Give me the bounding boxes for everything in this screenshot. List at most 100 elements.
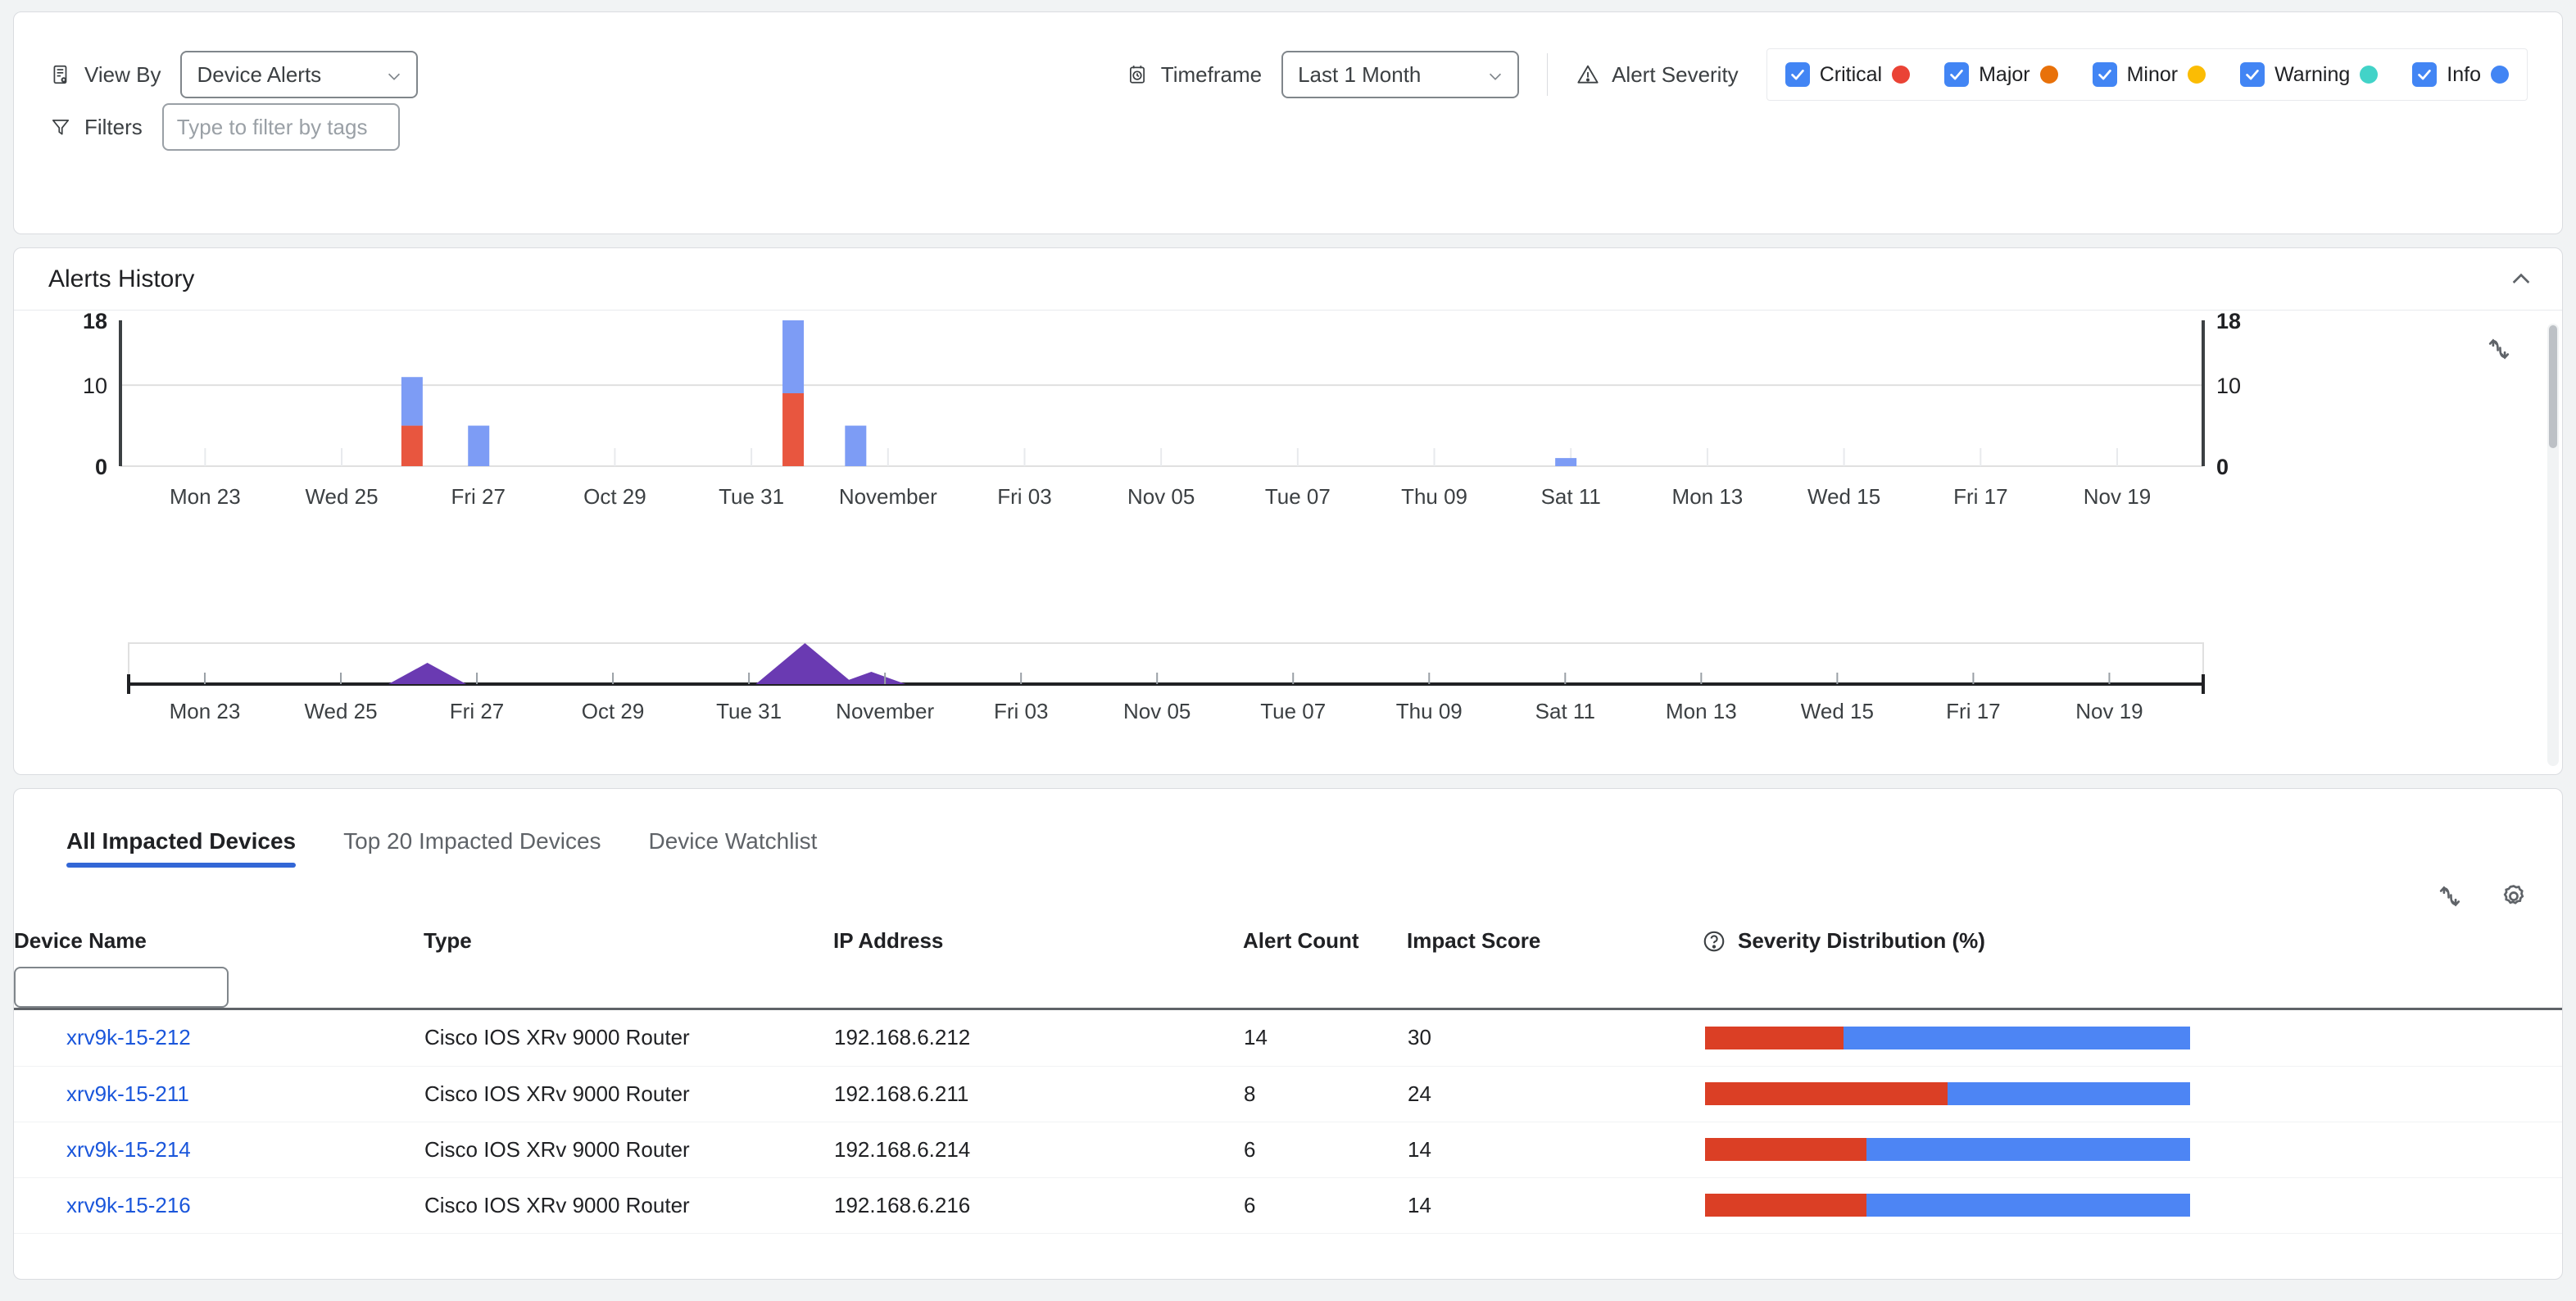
svg-text:18: 18	[83, 311, 107, 333]
view-by-select[interactable]: Device Alerts	[180, 51, 419, 98]
dashboard-page: View By Device Alerts Timeframe Last 1 M…	[0, 11, 2576, 1301]
col-severity-distribution[interactable]: Severity Distribution (%)	[1702, 915, 2562, 1008]
cell-type: Cisco IOS XRv 9000 Router	[424, 1177, 833, 1234]
checkbox-icon[interactable]	[2240, 62, 2265, 87]
severity-segment-critical	[1705, 1194, 1867, 1217]
cell-severity-distribution[interactable]	[1702, 1177, 2562, 1234]
severity-distribution-bar	[1705, 1138, 2190, 1161]
cell-alert-count: 14	[1243, 1010, 1407, 1067]
history-scrollbar[interactable]	[2547, 324, 2559, 766]
svg-text:Mon 13: Mon 13	[1672, 484, 1744, 509]
table-header-row: Device Name Type IP Address Alert Count	[14, 915, 2562, 1008]
tab-all-impacted-devices[interactable]: All Impacted Devices	[66, 828, 297, 868]
cell-type: Cisco IOS XRv 9000 Router	[424, 1010, 833, 1067]
timeframe-value: Last 1 Month	[1298, 61, 1422, 87]
checkbox-icon[interactable]	[1944, 62, 1970, 87]
svg-text:November: November	[839, 484, 937, 509]
chevron-up-icon[interactable]	[2508, 266, 2534, 292]
device-name-link[interactable]: xrv9k-15-212	[66, 1025, 191, 1049]
timeframe-select[interactable]: Last 1 Month	[1281, 51, 1520, 98]
cell-ip-address: 192.168.6.212	[833, 1010, 1243, 1067]
col-alert-count-label: Alert Count	[1243, 928, 1359, 953]
alerts-history-card: Alerts History 0 0 10 10 18 18 Mon 23 Wed 25 Fri	[13, 247, 2563, 775]
checkbox-icon[interactable]	[1785, 62, 1810, 87]
device-name-filter-input[interactable]	[14, 967, 229, 1008]
col-impact-score-label: Impact Score	[1407, 928, 1541, 953]
cell-impact-score: 24	[1407, 1066, 1702, 1122]
cell-device-name: xrv9k-15-212	[14, 1010, 424, 1067]
svg-text:Mon 13: Mon 13	[1666, 699, 1737, 723]
svg-text:Tue 31: Tue 31	[719, 484, 784, 509]
svg-text:Wed 15: Wed 15	[1807, 484, 1880, 509]
table-row[interactable]: xrv9k-15-212 Cisco IOS XRv 9000 Router 192…	[14, 1010, 2562, 1067]
svg-text:Wed 25: Wed 25	[304, 699, 377, 723]
svg-text:November: November	[836, 699, 934, 723]
cell-alert-count: 8	[1243, 1066, 1407, 1122]
table-body: xrv9k-15-212 Cisco IOS XRv 9000 Router 192…	[14, 1010, 2562, 1234]
alert-severity-control: Alert Severity	[1576, 62, 1739, 88]
alerts-navigator-svg[interactable]: Mon 23 Wed 25 Fri 27 Oct 29 Tue 31 November Fr…	[14, 638, 2554, 737]
cell-device-name: xrv9k-15-211	[14, 1066, 424, 1122]
warning-triangle-icon	[1576, 62, 1600, 87]
col-type[interactable]: Type	[424, 915, 833, 1008]
col-device-name[interactable]: Device Name	[14, 915, 424, 1008]
help-circle-icon[interactable]	[1702, 929, 1726, 954]
severity-option-info[interactable]: Info	[2412, 62, 2509, 87]
cell-type: Cisco IOS XRv 9000 Router	[424, 1122, 833, 1178]
svg-text:0: 0	[2216, 455, 2229, 479]
cell-severity-distribution[interactable]	[1702, 1122, 2562, 1178]
svg-text:Sat 11: Sat 11	[1541, 484, 1601, 509]
alerts-bar-chart-svg: 0 0 10 10 18 18 Mon 23 Wed 25 Fri 27 Oct 29 Tue 31…	[83, 309, 2241, 509]
severity-option-label: Info	[2447, 62, 2481, 86]
severity-distribution-bar	[1705, 1194, 2190, 1217]
checkbox-icon[interactable]	[2092, 62, 2117, 87]
tab-device-watchlist[interactable]: Device Watchlist	[649, 828, 818, 868]
refresh-icon[interactable]	[2485, 335, 2513, 363]
refresh-icon[interactable]	[2436, 882, 2464, 910]
col-type-label: Type	[424, 928, 472, 953]
filter-toolbar-card: View By Device Alerts Timeframe Last 1 M…	[13, 11, 2563, 234]
svg-text:Fri 17: Fri 17	[1953, 484, 2007, 509]
device-list-icon	[48, 62, 73, 87]
severity-option-major[interactable]: Major	[1944, 62, 2058, 87]
device-name-link[interactable]: xrv9k-15-211	[66, 1081, 189, 1106]
alerts-history-chart: 0 0 10 10 18 18 Mon 23 Wed 25 Fri 27 Oct 29 Tue 31…	[14, 309, 2562, 774]
devices-tablist: All Impacted Devices Top 20 Impacted Devi…	[14, 789, 2562, 868]
svg-text:Nov 19: Nov 19	[2084, 484, 2151, 509]
svg-text:Oct 29: Oct 29	[582, 699, 645, 723]
severity-filter-group: Critical Major Minor Warning Info	[1766, 48, 2528, 101]
severity-segment-info	[1843, 1026, 2190, 1049]
col-ip-address[interactable]: IP Address	[833, 915, 1243, 1008]
device-name-link[interactable]: xrv9k-15-214	[66, 1137, 191, 1162]
gear-icon[interactable]	[2500, 882, 2528, 910]
severity-option-warning[interactable]: Warning	[2240, 62, 2379, 87]
device-name-link[interactable]: xrv9k-15-216	[66, 1193, 191, 1217]
view-by-control: View By Device Alerts	[48, 51, 419, 98]
table-row[interactable]: xrv9k-15-214 Cisco IOS XRv 9000 Router 192…	[14, 1122, 2562, 1178]
tag-filter-input[interactable]	[161, 103, 400, 151]
col-impact-score[interactable]: Impact Score	[1407, 915, 1702, 1008]
tab-top-20-impacted-devices[interactable]: Top 20 Impacted Devices	[343, 828, 601, 868]
severity-color-dot	[2491, 66, 2509, 84]
col-alert-count[interactable]: Alert Count	[1243, 915, 1407, 1008]
severity-segment-info	[1866, 1138, 2190, 1161]
svg-text:Oct 29: Oct 29	[583, 484, 646, 509]
svg-text:Fri 27: Fri 27	[450, 699, 504, 723]
cell-severity-distribution[interactable]	[1702, 1010, 2562, 1067]
severity-option-minor[interactable]: Minor	[2092, 62, 2206, 87]
svg-text:Wed 15: Wed 15	[1801, 699, 1874, 723]
view-by-label: View By	[84, 61, 161, 87]
severity-segment-critical	[1705, 1138, 1867, 1161]
checkbox-icon[interactable]	[2412, 62, 2438, 87]
severity-option-critical[interactable]: Critical	[1785, 62, 1911, 87]
table-row[interactable]: xrv9k-15-211 Cisco IOS XRv 9000 Router 192…	[14, 1066, 2562, 1122]
cell-impact-score: 14	[1407, 1122, 1702, 1178]
cell-ip-address: 192.168.6.216	[833, 1177, 1243, 1234]
cell-severity-distribution[interactable]	[1702, 1066, 2562, 1122]
svg-text:Fri 03: Fri 03	[994, 699, 1048, 723]
table-row[interactable]: xrv9k-15-216 Cisco IOS XRv 9000 Router 192…	[14, 1177, 2562, 1234]
cell-type: Cisco IOS XRv 9000 Router	[424, 1066, 833, 1122]
funnel-icon	[48, 115, 73, 139]
svg-text:Mon 23: Mon 23	[170, 699, 241, 723]
svg-text:Fri 03: Fri 03	[997, 484, 1051, 509]
